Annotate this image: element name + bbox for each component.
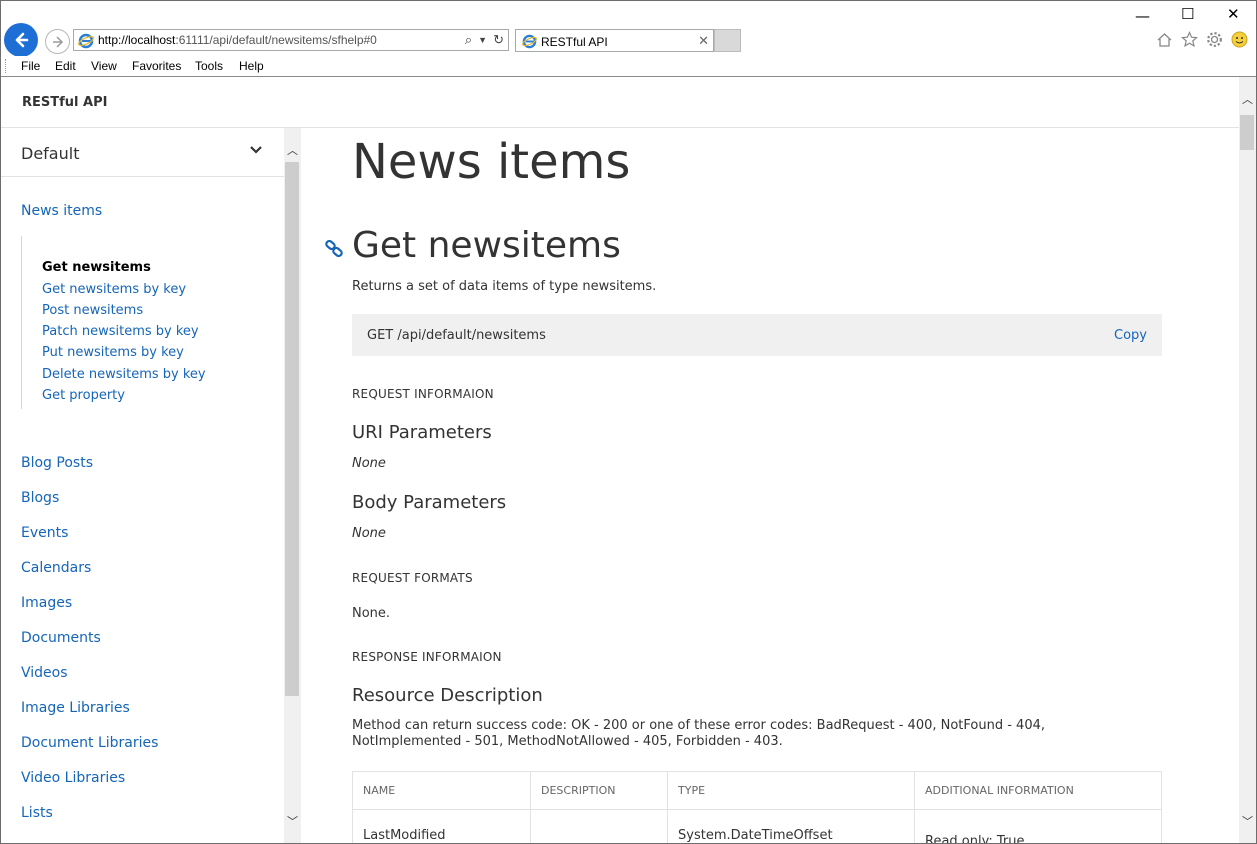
menu-edit[interactable]: Edit xyxy=(55,59,76,73)
page-scrollbar[interactable]: ︿ ﹀ xyxy=(1239,77,1256,843)
section-title: Get newsitems xyxy=(352,225,621,266)
cell-additional-info: Read only: True xyxy=(914,809,1162,843)
resource-description-title: Resource Description xyxy=(352,685,543,706)
col-additional-info-header: ADDITIONAL INFORMATION xyxy=(914,771,1162,810)
col-description-header: DESCRIPTION xyxy=(530,771,668,810)
arrow-left-icon xyxy=(15,32,29,48)
col-type-header: TYPE xyxy=(667,771,915,810)
browser-tab[interactable]: RESTful API ✕ xyxy=(515,29,714,52)
endpoint-box: GET /api/default/newsitems Copy xyxy=(352,314,1162,356)
sidebar-subitem-get-by-key[interactable]: Get newsitems by key xyxy=(42,282,186,297)
chevron-down-icon xyxy=(250,146,262,154)
menu-tools[interactable]: Tools xyxy=(195,59,223,73)
scroll-down-icon[interactable]: ﹀ xyxy=(287,813,298,829)
browser-window: http://localhost:61111/api/default/newsi… xyxy=(0,0,1257,844)
sidebar-item-lists[interactable]: Lists xyxy=(21,805,53,821)
address-bar[interactable]: http://localhost:61111/api/default/newsi… xyxy=(73,29,509,51)
link-anchor-icon[interactable] xyxy=(325,240,343,258)
api-selector[interactable]: Default xyxy=(1,128,284,177)
arrow-right-icon xyxy=(52,35,63,48)
col-name-header: NAME xyxy=(352,771,531,810)
browser-chrome: http://localhost:61111/api/default/newsi… xyxy=(1,1,1256,77)
tab-title: RESTful API xyxy=(541,35,608,49)
smiley-feedback-icon[interactable] xyxy=(1231,31,1248,48)
subnav-rule xyxy=(21,236,22,409)
sidebar-subitem-get-property[interactable]: Get property xyxy=(42,388,125,403)
sidebar-subitem-delete[interactable]: Delete newsitems by key xyxy=(42,367,206,382)
table-row: LastModified System.DateTimeOffset Read … xyxy=(352,809,1162,843)
menu-favorites[interactable]: Favorites xyxy=(132,59,181,73)
sidebar: Default News items Get newsitems Get new… xyxy=(1,128,284,843)
favorites-star-icon[interactable] xyxy=(1181,31,1198,48)
section-description: Returns a set of data items of type news… xyxy=(352,279,657,294)
close-tab-icon[interactable]: ✕ xyxy=(698,33,709,49)
menu-view[interactable]: View xyxy=(91,59,117,73)
sidebar-item-calendars[interactable]: Calendars xyxy=(21,560,91,576)
sidebar-item-blog-posts[interactable]: Blog Posts xyxy=(21,455,93,471)
body-params-value: None xyxy=(352,526,386,541)
response-info-caption: RESPONSE INFORMAION xyxy=(352,650,502,664)
uri-params-title: URI Parameters xyxy=(352,422,492,443)
minimize-icon[interactable]: — xyxy=(1135,7,1150,25)
back-button[interactable] xyxy=(4,23,38,57)
maximize-icon[interactable]: ☐ xyxy=(1181,5,1194,23)
settings-gear-icon[interactable] xyxy=(1206,31,1223,48)
sidebar-subitem-post[interactable]: Post newsitems xyxy=(42,303,143,318)
site-header: RESTful API xyxy=(1,77,1239,128)
copy-link[interactable]: Copy xyxy=(1114,328,1147,343)
sidebar-subitem-put[interactable]: Put newsitems by key xyxy=(42,345,184,360)
uri-params-value: None xyxy=(352,456,386,471)
dropdown-icon[interactable]: ▼ xyxy=(478,32,487,48)
cell-type: System.DateTimeOffset xyxy=(667,809,915,843)
toolbar-icons xyxy=(1156,31,1248,48)
cell-name: LastModified xyxy=(352,809,531,843)
menu-file[interactable]: File xyxy=(21,59,40,73)
close-window-icon[interactable]: ✕ xyxy=(1227,5,1240,23)
request-formats-value: None. xyxy=(352,606,391,621)
sidebar-subitem-patch[interactable]: Patch newsitems by key xyxy=(42,324,199,339)
scroll-up-icon[interactable]: ︿ xyxy=(1242,91,1253,107)
ie-logo-icon xyxy=(522,34,537,49)
page-scroll-thumb[interactable] xyxy=(1240,115,1254,150)
body-params-title: Body Parameters xyxy=(352,492,507,513)
scroll-up-icon[interactable]: ︿ xyxy=(287,142,298,158)
sidebar-scrollbar[interactable]: ︿ ﹀ xyxy=(284,128,301,843)
sidebar-item-blogs[interactable]: Blogs xyxy=(21,490,59,506)
sidebar-scroll-thumb[interactable] xyxy=(285,162,299,696)
request-info-caption: REQUEST INFORMAION xyxy=(352,387,494,401)
endpoint-code: GET /api/default/newsitems xyxy=(367,328,546,343)
ie-logo-icon xyxy=(78,33,94,49)
cell-description xyxy=(530,809,668,843)
sidebar-subitem-get-newsitems[interactable]: Get newsitems xyxy=(42,260,151,275)
sidebar-item-videos[interactable]: Videos xyxy=(21,665,68,681)
sidebar-item-image-libraries[interactable]: Image Libraries xyxy=(21,700,130,716)
parameters-table: NAME DESCRIPTION TYPE ADDITIONAL INFORMA… xyxy=(352,771,1162,843)
sidebar-item-images[interactable]: Images xyxy=(21,595,72,611)
new-tab-button[interactable] xyxy=(714,29,741,52)
address-url: http://localhost:61111/api/default/newsi… xyxy=(98,33,377,47)
sidebar-item-document-libraries[interactable]: Document Libraries xyxy=(21,735,158,751)
forward-button[interactable] xyxy=(45,29,70,54)
refresh-icon[interactable]: ↻ xyxy=(493,32,504,48)
sidebar-item-events[interactable]: Events xyxy=(21,525,68,541)
scroll-down-icon[interactable]: ﹀ xyxy=(1242,813,1253,829)
api-selector-value: Default xyxy=(21,144,80,163)
menu-bar: File Edit View Favorites Tools Help xyxy=(1,56,1256,76)
sidebar-item-video-libraries[interactable]: Video Libraries xyxy=(21,770,125,786)
sidebar-item-documents[interactable]: Documents xyxy=(21,630,101,646)
address-tools: ⌕ ▼ ↻ xyxy=(465,32,504,48)
table-header-row: NAME DESCRIPTION TYPE ADDITIONAL INFORMA… xyxy=(352,771,1162,810)
menu-grip xyxy=(5,59,9,73)
site-title[interactable]: RESTful API xyxy=(22,95,107,110)
search-icon[interactable]: ⌕ xyxy=(465,32,472,48)
sidebar-item-news-items[interactable]: News items xyxy=(21,203,102,219)
main-content: News items Get newsitems Returns a set o… xyxy=(301,128,1239,843)
request-formats-caption: REQUEST FORMATS xyxy=(352,571,473,585)
page-title: News items xyxy=(352,134,631,190)
resource-description-text: Method can return success code: OK - 200… xyxy=(352,718,1046,749)
home-icon[interactable] xyxy=(1156,31,1173,48)
menu-help[interactable]: Help xyxy=(239,59,264,73)
